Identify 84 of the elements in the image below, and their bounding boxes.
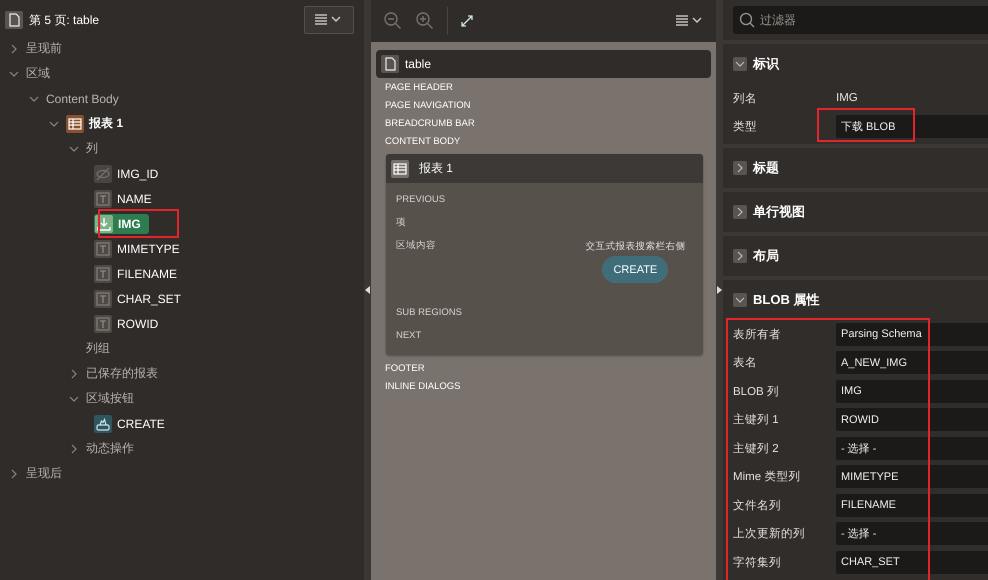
property-label: BLOB 列 — [732, 384, 780, 399]
property-label: 表名 — [732, 356, 758, 370]
position-label: PAGE NAVIGATION — [384, 98, 472, 112]
position-label: BREADCRUMB BAR — [384, 116, 476, 130]
tree-item[interactable]: IMG_ID — [117, 166, 158, 180]
slot-label: PREVIOUS — [396, 193, 446, 207]
collapse-icon[interactable] — [733, 57, 747, 71]
menu-button[interactable] — [676, 15, 704, 27]
position-label: INLINE DIALOGS — [384, 380, 462, 394]
tree-item[interactable]: 区域 — [26, 65, 50, 82]
property-field[interactable]: ROWID — [836, 408, 988, 432]
text-type-icon — [94, 290, 112, 308]
position-label: CONTENT BODY — [384, 134, 462, 148]
page-card[interactable]: table — [376, 50, 712, 78]
property-label: 文件名列 — [732, 498, 782, 513]
property-field[interactable]: A_NEW_IMG — [836, 351, 988, 374]
tree-item[interactable]: ROWID — [117, 316, 158, 330]
group-title: 标题 — [753, 159, 779, 177]
group-title: BLOB 属性 — [753, 291, 820, 309]
tree-item[interactable]: 呈现前 — [26, 40, 62, 57]
property-field[interactable]: Parsing Schema — [836, 322, 988, 346]
property-field[interactable]: - 选择 - — [836, 436, 988, 460]
filter-field[interactable]: 过滤器 — [733, 6, 988, 34]
tree-item[interactable]: 动态操作 — [86, 440, 134, 457]
tree-item[interactable]: Content Body — [46, 92, 119, 106]
slot-label: 项 — [396, 216, 407, 230]
slot-label: 交互式报表搜索栏右侧 — [585, 240, 686, 253]
property-field[interactable]: CHAR_SET — [836, 550, 988, 574]
group-title: 单行视图 — [753, 203, 805, 221]
expand-icon[interactable] — [460, 14, 474, 28]
tree-item[interactable]: CREATE — [117, 416, 165, 430]
tree-item[interactable]: FILENAME — [117, 266, 178, 280]
tree-item[interactable]: 报表 1 — [89, 115, 124, 132]
region-title: 报表 1 — [418, 160, 453, 177]
region-card[interactable]: 报表 1 PREVIOUS 项 区域内容 交互式报表搜索栏右侧 CREATE SUB REGIONS NEXT — [386, 154, 704, 355]
page-title: 第 5 页: table — [29, 12, 100, 28]
button-icon — [94, 414, 112, 432]
property-label: 列名 — [732, 92, 758, 106]
tree-item[interactable]: IMG — [94, 214, 149, 234]
report-icon — [390, 160, 409, 178]
slot-label: NEXT — [396, 329, 422, 343]
page-name: table — [404, 57, 431, 71]
slot-label: 区域内容 — [396, 239, 436, 253]
tree-item[interactable]: CHAR_SET — [117, 292, 182, 306]
property-label: 主键列 1 — [732, 412, 780, 428]
property-label: Mime 类型列 — [732, 470, 802, 484]
group-title: 布局 — [753, 247, 779, 265]
property-field[interactable]: MIMETYPE — [836, 465, 988, 488]
position-label: PAGE HEADER — [384, 80, 454, 94]
property-field[interactable]: 下载 BLOB — [836, 115, 988, 138]
property-field[interactable]: IMG — [836, 380, 988, 403]
property-label: 主键列 2 — [732, 441, 780, 456]
slot-label: SUB REGIONS — [396, 306, 463, 320]
property-label: 类型 — [732, 120, 758, 134]
menu-button[interactable] — [304, 6, 354, 34]
hidden-icon — [94, 164, 112, 182]
tree-item[interactable]: 已保存的报表 — [86, 365, 158, 382]
create-button[interactable]: CREATE — [602, 256, 668, 283]
tree-item[interactable]: 区域按钮 — [86, 390, 134, 407]
collapse-icon[interactable] — [733, 293, 747, 307]
tree-item[interactable]: NAME — [117, 192, 152, 206]
property-field[interactable]: - 选择 - — [836, 522, 988, 546]
zoom-in-icon[interactable] — [414, 11, 435, 31]
text-type-icon — [94, 264, 112, 282]
page-icon — [5, 11, 23, 29]
property-label: 字符集列 — [732, 555, 782, 570]
property-label: 表所有者 — [732, 328, 782, 342]
position-label: FOOTER — [384, 362, 426, 376]
tree-item[interactable]: MIMETYPE — [117, 242, 180, 256]
group-title: 标识 — [753, 55, 779, 73]
menu-icon — [315, 14, 344, 26]
text-type-icon — [94, 240, 112, 258]
zoom-out-icon[interactable] — [382, 11, 403, 31]
property-value: IMG — [836, 92, 858, 104]
page-icon — [380, 55, 399, 73]
text-type-icon — [94, 314, 112, 332]
text-type-icon — [94, 190, 112, 208]
tree-item[interactable]: 列 — [86, 140, 98, 157]
menu-icon — [676, 15, 704, 27]
tree-item[interactable]: 列组 — [86, 340, 110, 357]
property-field[interactable]: FILENAME — [836, 494, 988, 517]
report-icon — [66, 114, 84, 132]
property-label: 上次更新的列 — [732, 526, 806, 542]
tree-item[interactable]: 呈现后 — [26, 465, 62, 482]
